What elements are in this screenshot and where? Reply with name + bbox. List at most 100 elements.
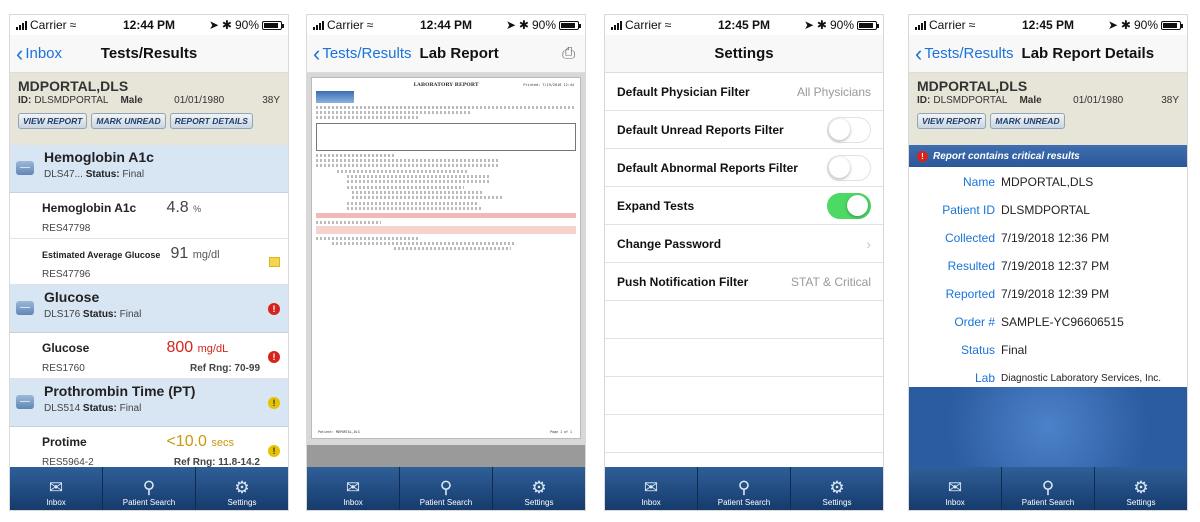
detail-label: Name [962, 175, 995, 189]
setting-label: Default Unread Reports Filter [617, 122, 784, 137]
test-row[interactable]: Glucose 800 mg/dL ! RES1760 Ref Rng: 70-9… [10, 333, 288, 379]
page-title: Tests/Results [100, 44, 198, 62]
tab-label: Inbox [945, 498, 965, 507]
test-row[interactable]: Estimated Average Glucose 91 mg/dl RES47… [10, 239, 288, 285]
tab-patient-search[interactable]: ⚲ Patient Search [1002, 467, 1095, 510]
patient-dob: 01/01/1980 [1073, 95, 1124, 106]
test-row[interactable]: Protime <10.0 secs ! RES5964-2 Ref Rng: 1… [10, 427, 288, 467]
critical-alert-icon: ! [917, 150, 928, 162]
test-unit: mg/dl [192, 249, 220, 261]
tab-bar: ✉ Inbox ⚲ Patient Search ⚙ Settings [307, 467, 585, 510]
test-group-header[interactable]: — Glucose DLS176 Status: Final ! [10, 285, 288, 333]
group-status: Final [119, 403, 142, 414]
view-report-button[interactable]: VIEW REPORT [18, 113, 88, 129]
signal-icon [915, 20, 926, 30]
empty-row [605, 301, 883, 339]
test-row[interactable]: Hemoglobin A1c 4.8 % RES47798 [10, 193, 288, 239]
setting-label: Default Abnormal Reports Filter [617, 160, 798, 175]
tab-settings[interactable]: ⚙ Settings [493, 467, 585, 510]
magnifier-icon: ⚲ [142, 478, 156, 497]
back-button[interactable]: ‹ Tests/Results [307, 42, 412, 65]
detail-row: Order # SAMPLE-YC96606515 [909, 308, 1187, 336]
carrier-label: Carrier [30, 18, 67, 32]
tab-label: Settings [1126, 498, 1156, 507]
collapse-icon[interactable]: — [16, 161, 34, 175]
tab-settings[interactable]: ⚙ Settings [196, 467, 288, 510]
report-viewer[interactable]: LABORATORY REPORT Printed: 7/19/2018 12:… [307, 73, 585, 467]
setting-push-filter[interactable]: Push Notification Filter STAT & Critical [605, 263, 883, 301]
wifi-icon: ≈ [968, 18, 976, 32]
back-button[interactable]: ‹ Inbox [10, 42, 62, 65]
gear-icon: ⚙ [829, 478, 845, 497]
tab-inbox[interactable]: ✉ Inbox [605, 467, 698, 510]
tab-label: Patient Search [717, 498, 771, 507]
test-code: RES5964-2 [42, 457, 94, 467]
screen-settings: Carrier ≈ 12:45 PM ➤ ✱ 90% Settings Default… [604, 14, 884, 511]
critical-banner-text: Report contains critical results [933, 150, 1080, 162]
collapse-icon[interactable]: — [16, 395, 34, 409]
setting-unread-filter: Default Unread Reports Filter [605, 111, 883, 149]
abnormal-filter-toggle[interactable] [827, 154, 871, 181]
test-value: 4.8 [166, 199, 189, 216]
battery-icon [857, 20, 880, 30]
test-code: RES1760 [42, 363, 85, 374]
test-group-header[interactable]: — Prothrombin Time (PT) DLS514 Status: F… [10, 379, 288, 427]
inbox-icon: ✉ [947, 478, 963, 497]
back-label: Tests/Results [924, 45, 1014, 62]
location-icon: ➤ [208, 18, 219, 32]
magnifier-icon: ⚲ [439, 478, 453, 497]
tab-inbox[interactable]: ✉ Inbox [307, 467, 400, 510]
gear-icon: ⚙ [234, 478, 250, 497]
back-button[interactable]: ‹ Tests/Results [909, 42, 1014, 65]
setting-change-password[interactable]: Change Password › [605, 225, 883, 263]
patient-name: MDPORTAL,DLS [917, 78, 1028, 94]
tab-inbox[interactable]: ✉ Inbox [909, 467, 1002, 510]
detail-value: DLSMDPORTAL [1001, 203, 1090, 217]
tab-settings[interactable]: ⚙ Settings [791, 467, 883, 510]
magnifier-icon: ⚲ [1041, 478, 1055, 497]
nav-bar: Tests/Results ‹ Inbox [10, 35, 288, 73]
setting-physician-filter[interactable]: Default Physician Filter All Physicians [605, 73, 883, 111]
detail-value: 7/19/2018 12:39 PM [1001, 287, 1110, 301]
bluetooth-icon: ✱ [221, 18, 232, 32]
printed-stamp: Printed: 7/19/2018 12:44 [523, 83, 574, 87]
detail-label: Lab [974, 371, 995, 385]
mark-unread-button[interactable]: MARK UNREAD [91, 113, 166, 129]
patient-id-label: ID: [917, 95, 931, 106]
tab-label: Inbox [641, 498, 661, 507]
tab-bar: ✉ Inbox ⚲ Patient Search ⚙ Settings [909, 467, 1187, 510]
page-title: Lab Report [419, 45, 499, 62]
tab-inbox[interactable]: ✉ Inbox [10, 467, 103, 510]
clock: 12:45 PM [1021, 18, 1075, 32]
mark-unread-button[interactable]: MARK UNREAD [990, 113, 1065, 129]
detail-label: Status [960, 343, 995, 357]
setting-label: Change Password [617, 236, 722, 251]
tab-patient-search[interactable]: ⚲ Patient Search [698, 467, 791, 510]
detail-row: Collected 7/19/2018 12:36 PM [909, 224, 1187, 252]
report-header-box [316, 123, 576, 151]
patient-id-label: ID: [18, 95, 32, 106]
test-value: 91 [170, 245, 189, 262]
wifi-icon: ≈ [69, 18, 77, 32]
patient-dob: 01/01/1980 [174, 95, 225, 106]
test-group-header[interactable]: — Hemoglobin A1c DLS47... Status: Final [10, 145, 288, 193]
expand-tests-toggle[interactable] [827, 192, 871, 219]
tab-settings[interactable]: ⚙ Settings [1095, 467, 1187, 510]
print-icon[interactable]: ⎙ [562, 45, 575, 63]
signal-icon [313, 20, 324, 30]
view-report-button[interactable]: VIEW REPORT [917, 113, 987, 129]
tab-patient-search[interactable]: ⚲ Patient Search [103, 467, 196, 510]
tab-patient-search[interactable]: ⚲ Patient Search [400, 467, 493, 510]
magnifier-icon: ⚲ [737, 478, 751, 497]
report-details-button[interactable]: REPORT DETAILS [169, 113, 253, 129]
unread-filter-toggle[interactable] [827, 116, 871, 143]
detail-value: Final [1001, 343, 1028, 357]
collapse-icon[interactable]: — [16, 301, 34, 315]
test-name: Glucose [42, 341, 90, 355]
group-code: DLS47... [44, 169, 83, 180]
detail-label: Patient ID [942, 203, 995, 217]
battery-icon [262, 20, 285, 30]
critical-alert-icon: ! [268, 351, 280, 363]
detail-row: Patient ID DLSMDPORTAL [909, 196, 1187, 224]
background-panel [909, 387, 1187, 467]
